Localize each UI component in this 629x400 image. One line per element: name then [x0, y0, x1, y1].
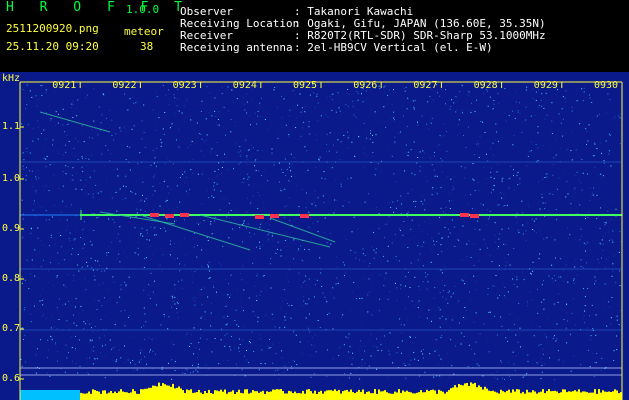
meteor-label: meteor: [124, 25, 164, 38]
meteor-count: 38: [140, 40, 154, 53]
y-tick-label: 0.9: [2, 223, 21, 234]
header-panel: H R O F F T 1.0.0 2511200920.png 25.11.2…: [0, 0, 629, 72]
app-version: 1.0.0: [126, 3, 160, 16]
y-tick-label: 0.6: [2, 373, 21, 384]
y-tick-label: 1.1: [2, 121, 21, 132]
spectrogram: [0, 72, 629, 400]
time-tick-label: 0929: [533, 80, 558, 91]
time-tick-label: 0925: [293, 80, 318, 91]
time-tick-label: 0922: [112, 80, 137, 91]
time-tick-label: 0921: [52, 80, 77, 91]
time-tick-label: 0924: [232, 80, 257, 91]
time-tick-label: 0923: [172, 80, 197, 91]
timestamp: 25.11.20 09:20: [6, 40, 99, 53]
antenna-label: Receiving antenna: [180, 41, 293, 54]
y-tick-label: 0.7: [2, 323, 21, 334]
antenna-value: : 2el-HB9CV Vertical (el. E-W): [294, 41, 493, 54]
time-tick-label: 0930: [594, 80, 619, 91]
time-tick-label: 0927: [413, 80, 438, 91]
filename: 2511200920.png: [6, 22, 99, 35]
spectrogram-background: [0, 72, 629, 400]
time-tick-label: 0926: [353, 80, 378, 91]
y-axis-unit: kHz: [2, 73, 21, 84]
y-tick-label: 0.8: [2, 273, 21, 284]
y-tick-label: 1.0: [2, 173, 21, 184]
app-title: H R O F F T: [6, 0, 192, 15]
time-tick-label: 0928: [473, 80, 498, 91]
